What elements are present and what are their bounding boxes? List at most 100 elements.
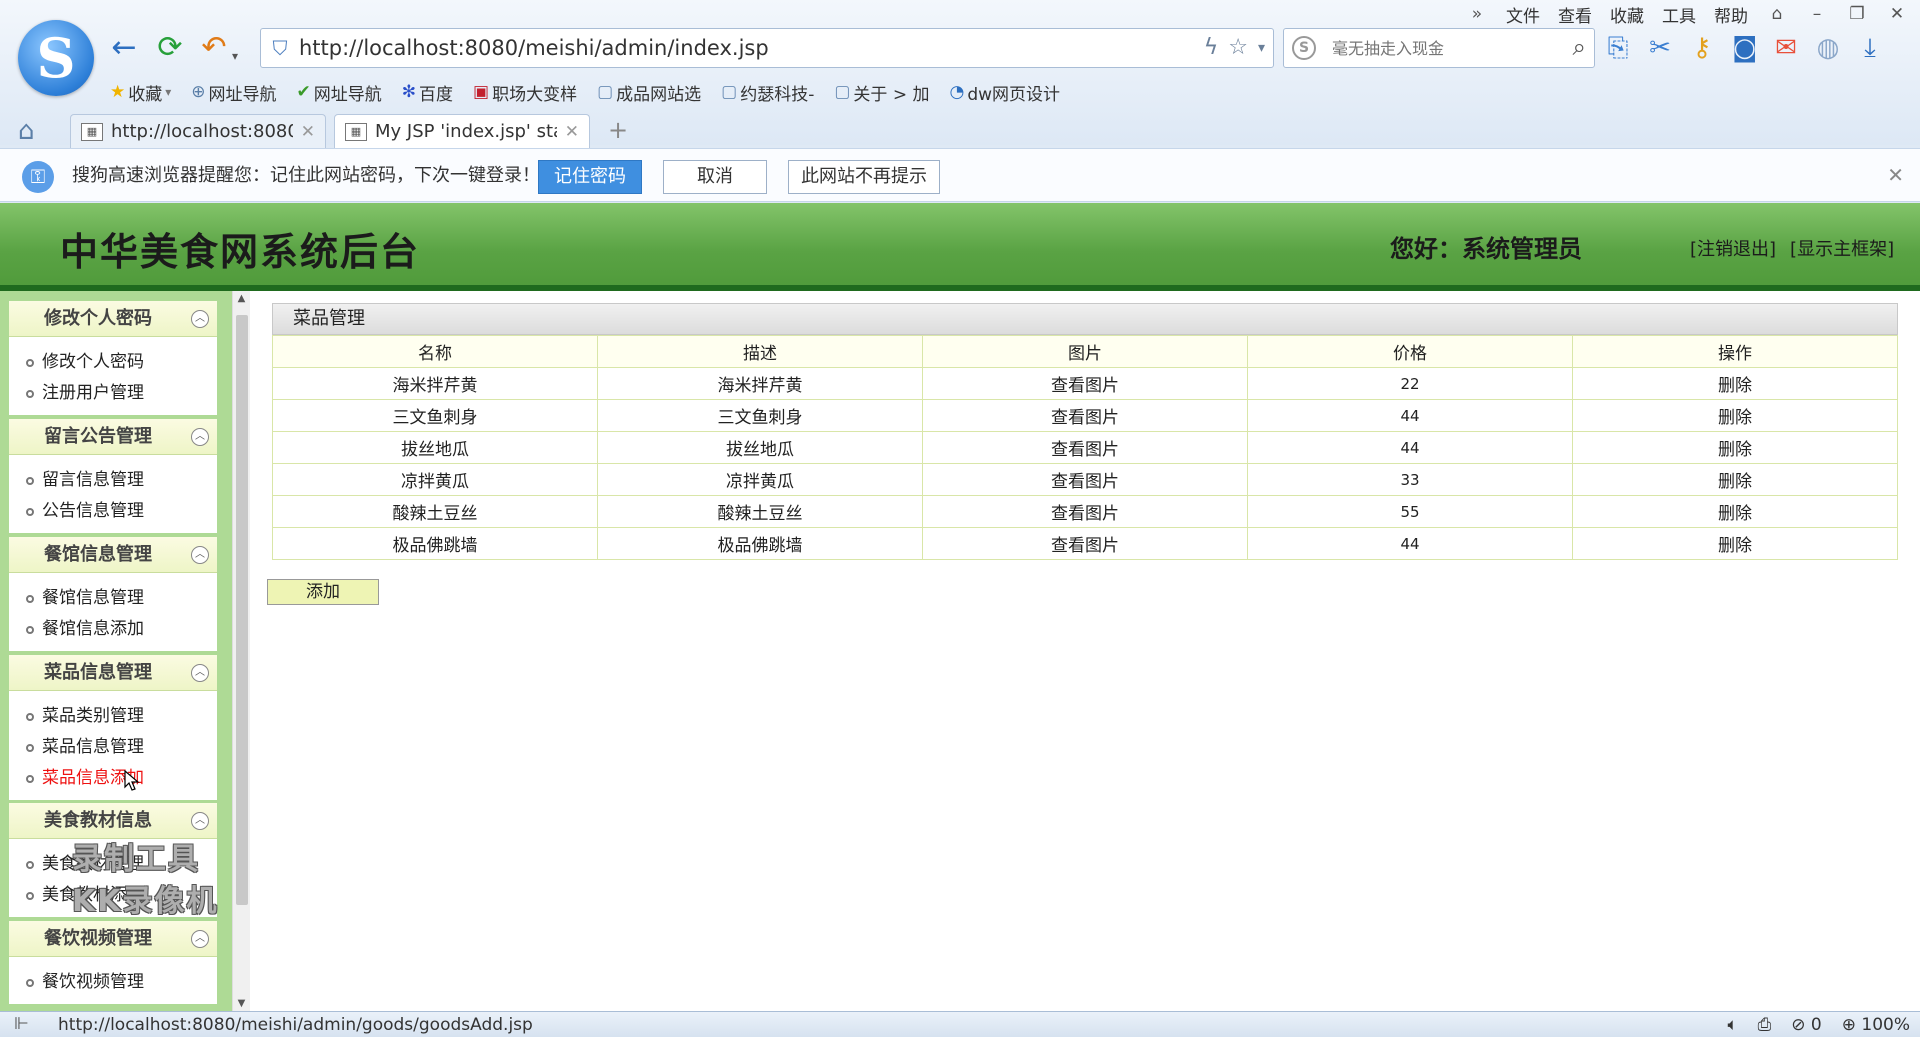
menu-view[interactable]: 查看 xyxy=(1556,2,1594,27)
sidebar-item-user-management[interactable]: 注册用户管理 xyxy=(9,378,217,409)
key-icon[interactable]: ⚷ xyxy=(1690,30,1714,66)
sidebar-item-dish-category[interactable]: 菜品类别管理 xyxy=(9,701,217,732)
menu-tools[interactable]: 工具 xyxy=(1660,2,1698,27)
delete-link[interactable]: 删除 xyxy=(1572,399,1898,432)
skin-icon[interactable]: ⌂ xyxy=(1764,4,1790,24)
scroll-up-arrow-icon[interactable]: ▲ xyxy=(233,293,250,304)
bookmark-zhichang[interactable]: ▣ 职场大变样 xyxy=(473,80,577,105)
address-url[interactable]: http://localhost:8080/meishi/admin/index… xyxy=(299,29,769,67)
sidebar-item-restaurant-management[interactable]: 餐馆信息管理 xyxy=(9,583,217,614)
new-tab-plus-icon[interactable]: + xyxy=(608,116,628,144)
bookmark-url-nav[interactable]: ⊕ 网址导航 xyxy=(191,80,276,105)
star-icon[interactable]: ☆ xyxy=(1228,29,1248,67)
mail-icon[interactable]: ✉ xyxy=(1774,30,1798,66)
scroll-down-arrow-icon[interactable]: ▼ xyxy=(233,998,250,1009)
sidebar-item-message-management[interactable]: 留言信息管理 xyxy=(9,465,217,496)
delete-link[interactable]: 删除 xyxy=(1572,495,1898,528)
cancel-button[interactable]: 取消 xyxy=(663,160,767,194)
bookmark-site-select[interactable]: ▢ 成品网站选 xyxy=(597,80,701,105)
screenshot-icon[interactable]: ⎙ xyxy=(1758,1012,1772,1037)
back-arrow-icon[interactable]: ← xyxy=(106,30,142,66)
view-image-link[interactable]: 查看图片 xyxy=(922,463,1248,496)
search-input[interactable] xyxy=(1332,35,1542,61)
logout-link[interactable]: [注销退出] xyxy=(1690,235,1776,261)
tab-localhost[interactable]: ▦ http://localhost:8080/m ✕ xyxy=(70,114,326,148)
bookmark-favorites[interactable]: ★ 收藏 ▾ xyxy=(110,80,171,105)
menu-group-header[interactable]: 美食教材信息 ︿ xyxy=(9,803,217,839)
bookmark-baidu[interactable]: ✻ 百度 xyxy=(402,80,453,105)
collapse-up-icon[interactable]: ︿ xyxy=(191,930,209,948)
collapse-up-icon[interactable]: ︿ xyxy=(191,546,209,564)
double-chevron-icon[interactable]: » xyxy=(1464,4,1490,24)
undo-dropdown-icon[interactable]: ▾ xyxy=(228,38,242,74)
bookmark-yuese[interactable]: ▢ 约瑟科技- xyxy=(721,80,814,105)
refresh-icon[interactable]: ⟳ xyxy=(152,30,188,66)
delete-link[interactable]: 删除 xyxy=(1572,431,1898,464)
minimize-button[interactable]: – xyxy=(1804,4,1830,24)
sidebar-item-restaurant-add[interactable]: 餐馆信息添加 xyxy=(9,614,217,645)
menu-favorites[interactable]: 收藏 xyxy=(1608,2,1646,27)
menu-group-header[interactable]: 餐馆信息管理 ︿ xyxy=(9,537,217,573)
sidebar-item-change-password[interactable]: 修改个人密码 xyxy=(9,347,217,378)
globe-icon[interactable]: ◍ xyxy=(1816,30,1840,66)
menu-group-header[interactable]: 餐饮视频管理 ︿ xyxy=(9,921,217,957)
sidebar-item-tutorial-management[interactable]: 美食教材管理 xyxy=(9,849,217,880)
collapse-up-icon[interactable]: ︿ xyxy=(191,664,209,682)
sidebar-item-dish-management[interactable]: 菜品信息管理 xyxy=(9,732,217,763)
scroll-thumb[interactable] xyxy=(236,315,248,905)
tab-index-jsp[interactable]: ▦ My JSP 'index.jsp' star ✕ xyxy=(334,114,590,148)
menu-file[interactable]: 文件 xyxy=(1504,2,1542,27)
sidebar-item-tutorial-add[interactable]: 美食教材添加 xyxy=(9,880,217,911)
search-engine-icon[interactable]: S xyxy=(1292,36,1316,60)
view-image-link[interactable]: 查看图片 xyxy=(922,527,1248,560)
sidebar-item-video-management[interactable]: 餐饮视频管理 xyxy=(9,967,217,998)
zoom-control[interactable]: ⊕ 100% xyxy=(1842,1012,1910,1037)
sidebar-item-dish-add[interactable]: 菜品信息添加 xyxy=(9,763,217,794)
menu-group-header[interactable]: 修改个人密码 ︿ xyxy=(9,301,217,337)
security-icon[interactable]: ◙ xyxy=(1732,30,1757,66)
scissors-icon[interactable]: ✂ xyxy=(1648,30,1672,66)
close-icon[interactable]: ✕ xyxy=(565,122,579,142)
view-image-link[interactable]: 查看图片 xyxy=(922,495,1248,528)
collapse-up-icon[interactable]: ︿ xyxy=(191,310,209,328)
restore-button[interactable]: ❐ xyxy=(1844,4,1870,24)
close-window-button[interactable]: ✕ xyxy=(1884,4,1910,24)
bookmark-hao-nav[interactable]: ✔ 网址导航 xyxy=(297,80,382,105)
search-icon[interactable]: ⌕ xyxy=(1573,33,1586,61)
address-bar[interactable]: ⛉ http://localhost:8080/meishi/admin/ind… xyxy=(260,28,1274,68)
never-remind-button[interactable]: 此网站不再提示 xyxy=(788,160,940,194)
sidebar-item-notice-management[interactable]: 公告信息管理 xyxy=(9,496,217,527)
close-icon[interactable]: ✕ xyxy=(301,122,315,142)
lightning-icon[interactable]: ϟ xyxy=(1204,29,1219,67)
sidebar-scrollbar[interactable]: ▲ ▼ xyxy=(232,291,250,1011)
bookmark-dw[interactable]: ◔ dw网页设计 xyxy=(949,80,1060,105)
search-box[interactable]: S ⌕ xyxy=(1283,28,1595,68)
undo-icon[interactable]: ↶ xyxy=(196,30,232,66)
view-image-link[interactable]: 查看图片 xyxy=(922,399,1248,432)
extension-icon[interactable]: ⎘ xyxy=(1606,30,1630,66)
collapse-up-icon[interactable]: ︿ xyxy=(191,428,209,446)
menu-group-header[interactable]: 菜品信息管理 ︿ xyxy=(9,655,217,691)
bookmark-about[interactable]: ▢ 关于 > 加 xyxy=(834,80,929,105)
sogou-browser-logo[interactable]: S xyxy=(18,20,94,96)
ad-block-icon[interactable]: ⊘ 0 xyxy=(1791,1012,1821,1037)
remember-password-button[interactable]: 记住密码 xyxy=(538,160,642,194)
bookmarks-bar: ★ 收藏 ▾ ⊕ 网址导航 ✔ 网址导航 ✻ 百度 ▣ 职场大变样 ▢ 成品网站… xyxy=(110,78,1060,106)
add-dish-button[interactable]: 添加 xyxy=(267,579,379,605)
close-icon[interactable]: ✕ xyxy=(1887,163,1904,187)
delete-link[interactable]: 删除 xyxy=(1572,463,1898,496)
collapse-up-icon[interactable]: ︿ xyxy=(191,812,209,830)
download-icon[interactable]: ⤓ xyxy=(1858,30,1882,66)
cell-name: 凉拌黄瓜 xyxy=(272,463,598,496)
speaker-icon[interactable]: 🔈︎ xyxy=(1727,1012,1737,1037)
menu-group-header[interactable]: 留言公告管理 ︿ xyxy=(9,419,217,455)
home-icon[interactable]: ⌂ xyxy=(18,116,35,146)
delete-link[interactable]: 删除 xyxy=(1572,367,1898,400)
view-image-link[interactable]: 查看图片 xyxy=(922,367,1248,400)
view-image-link[interactable]: 查看图片 xyxy=(922,431,1248,464)
delete-link[interactable]: 删除 xyxy=(1572,527,1898,560)
show-frame-link[interactable]: [显示主框架] xyxy=(1790,235,1894,261)
menu-help[interactable]: 帮助 xyxy=(1712,2,1750,27)
sidebar-toggle-icon[interactable]: ⊩ xyxy=(14,1014,29,1034)
chevron-down-icon[interactable]: ▾ xyxy=(1258,29,1265,67)
